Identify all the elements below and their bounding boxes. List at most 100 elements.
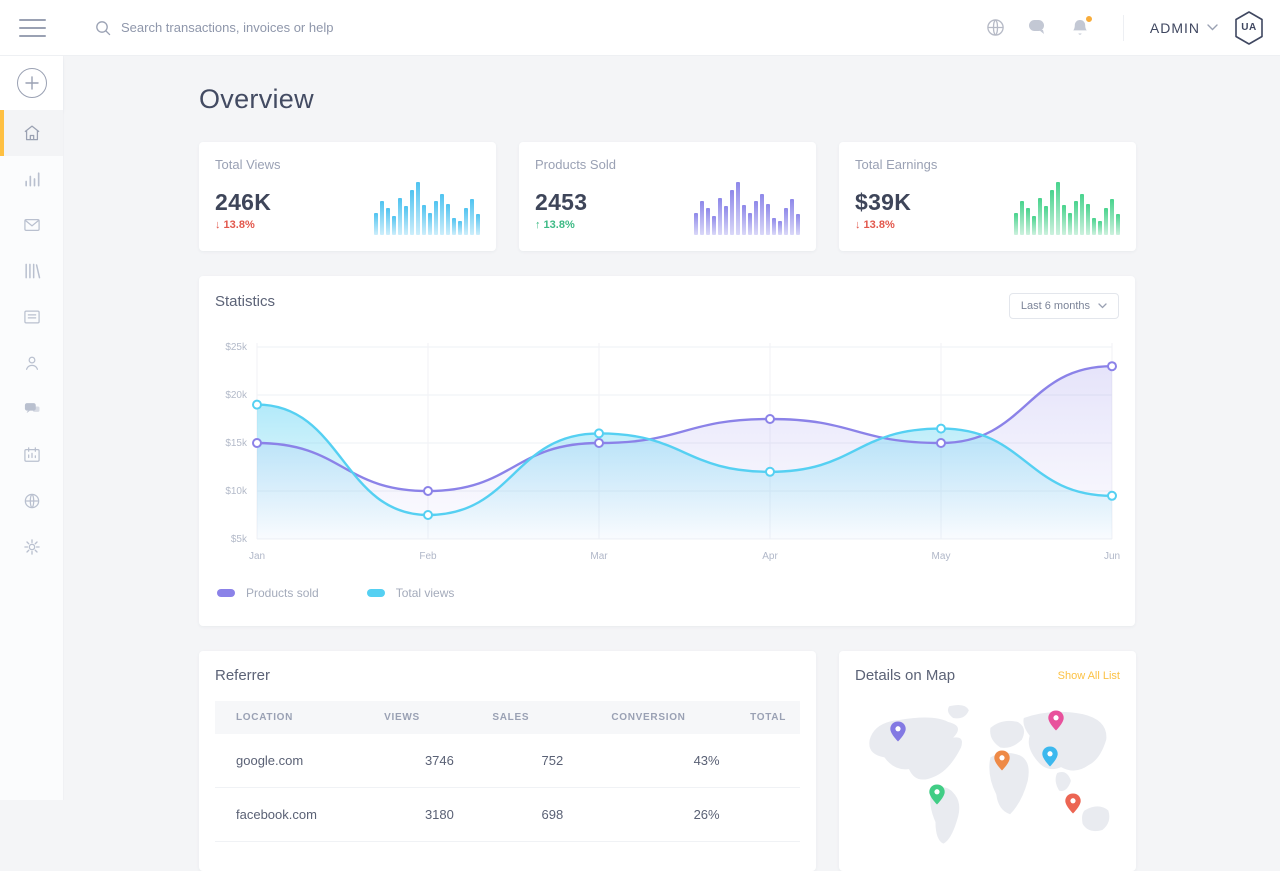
sidebar-item-calendar[interactable] (0, 432, 63, 478)
statistics-title: Statistics (215, 293, 275, 310)
mini-bar (712, 216, 716, 235)
add-new-button[interactable] (17, 68, 47, 98)
page-title: Overview (199, 84, 1255, 115)
mini-bar (464, 208, 468, 235)
mini-bar (458, 221, 462, 235)
sidebar-item-chat[interactable] (0, 386, 63, 432)
table-cell: 26% (573, 788, 729, 842)
stat-title: Total Views (215, 157, 480, 172)
mini-bar (718, 198, 722, 235)
mini-bar (374, 213, 378, 235)
svg-text:$10k: $10k (225, 486, 248, 497)
globe-icon (22, 491, 42, 511)
table-cell (730, 788, 800, 842)
messages-button[interactable] (1027, 17, 1049, 39)
map-pin[interactable] (890, 721, 907, 742)
svg-text:Jun: Jun (1104, 551, 1120, 562)
admin-menu[interactable]: ADMIN (1150, 20, 1218, 36)
chevron-down-icon (1098, 303, 1107, 309)
admin-label: ADMIN (1150, 20, 1200, 36)
mini-bar (428, 213, 432, 235)
sidebar-item-bar-chart[interactable] (0, 156, 63, 202)
mini-bar (754, 201, 758, 235)
mini-bar (790, 199, 794, 235)
search-input[interactable] (121, 20, 481, 35)
stat-card-total-earnings: Total Earnings $39K ↓ 13.8% (839, 142, 1136, 251)
mini-bar (796, 214, 800, 235)
map-pin[interactable] (929, 784, 946, 805)
column-header: VIEWS (356, 701, 464, 734)
search-icon (95, 20, 111, 36)
mini-bar (1020, 201, 1024, 235)
table-cell: 698 (464, 788, 573, 842)
bar-chart-icon (22, 169, 42, 189)
mini-bar-chart (694, 177, 800, 235)
svg-text:$5k: $5k (231, 534, 248, 545)
map-pin[interactable] (1048, 710, 1065, 731)
legend-item: Total views (367, 586, 455, 600)
mini-bar (766, 204, 770, 235)
mini-bar-chart (374, 177, 480, 235)
map-pin[interactable] (1065, 793, 1082, 814)
header-divider (1123, 15, 1124, 41)
stat-card-products-sold: Products Sold 2453 ↑ 13.8% (519, 142, 816, 251)
mini-bar (736, 182, 740, 235)
app-logo: UA (1232, 10, 1266, 46)
mini-bar (748, 213, 752, 235)
library-icon (22, 261, 42, 281)
column-header: SALES (464, 701, 573, 734)
sidebar-item-gear[interactable] (0, 524, 63, 570)
top-header: ADMIN UA (0, 0, 1280, 56)
svg-text:Mar: Mar (590, 551, 608, 562)
map-pin[interactable] (994, 750, 1011, 771)
notifications-button[interactable] (1069, 17, 1091, 39)
sidebar-item-list-card[interactable] (0, 294, 63, 340)
mini-bar (1044, 206, 1048, 235)
mini-bar (1098, 221, 1102, 235)
hamburger-menu-button[interactable] (0, 19, 64, 37)
stat-title: Products Sold (535, 157, 800, 172)
mini-bar (434, 201, 438, 235)
mini-bar (784, 208, 788, 235)
table-cell: 43% (573, 734, 729, 788)
table-cell: facebook.com (215, 788, 356, 842)
sidebar-item-globe[interactable] (0, 478, 63, 524)
mini-bar (1050, 190, 1054, 235)
svg-text:Apr: Apr (762, 551, 778, 562)
referrer-table: LOCATIONVIEWSSALESCONVERSIONTOTAL google… (215, 701, 800, 842)
sidebar-item-library[interactable] (0, 248, 63, 294)
table-cell: google.com (215, 734, 356, 788)
mini-bar (1104, 208, 1108, 235)
table-row: facebook.com318069826% (215, 788, 800, 842)
mini-bar (1086, 204, 1090, 235)
mini-bar-chart (1014, 177, 1120, 235)
sidebar-item-user[interactable] (0, 340, 63, 386)
logo-text: UA (1241, 22, 1256, 33)
header-icons (985, 17, 1091, 39)
table-cell (730, 734, 800, 788)
language-globe-button[interactable] (985, 17, 1007, 39)
world-map (855, 699, 1120, 849)
mini-bar (772, 218, 776, 235)
mini-bar (416, 182, 420, 235)
mini-bar (1092, 218, 1096, 235)
user-icon (22, 353, 42, 373)
statistics-line-chart: $25k$20k$15k$10k$5kJanFebMarAprMayJun (215, 333, 1119, 578)
sidebar-item-mail[interactable] (0, 202, 63, 248)
mini-bar (1074, 201, 1078, 235)
mini-bar (1110, 199, 1114, 235)
map-pin[interactable] (1042, 746, 1059, 767)
svg-text:Jan: Jan (249, 551, 265, 562)
sidebar-item-home[interactable] (0, 110, 63, 156)
mini-bar (1014, 213, 1018, 235)
calendar-icon (22, 445, 42, 465)
date-range-dropdown[interactable]: Last 6 months (1009, 293, 1119, 319)
show-all-list-link[interactable]: Show All List (1058, 670, 1120, 682)
date-range-value: Last 6 months (1021, 300, 1090, 312)
mini-bar (1080, 194, 1084, 235)
column-header: CONVERSION (573, 701, 729, 734)
table-cell: 752 (464, 734, 573, 788)
mini-bar (452, 218, 456, 235)
mini-bar (404, 206, 408, 235)
mail-icon (22, 215, 42, 235)
